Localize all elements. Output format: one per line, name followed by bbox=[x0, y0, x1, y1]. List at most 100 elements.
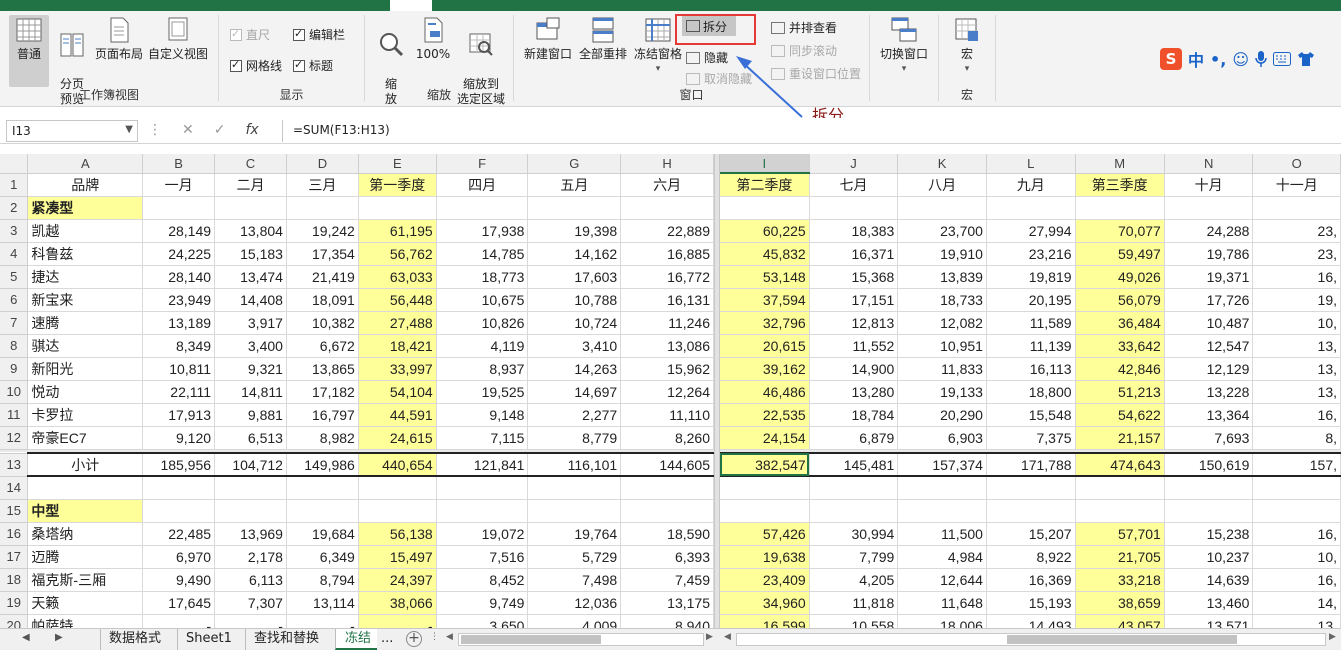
value-cell[interactable]: 46,486 bbox=[720, 380, 810, 404]
row-header[interactable]: 11 bbox=[0, 403, 29, 427]
value-cell[interactable]: 9,490 bbox=[142, 568, 216, 592]
value-cell[interactable]: 150,619 bbox=[1164, 452, 1254, 477]
value-cell[interactable]: 14,263 bbox=[527, 357, 622, 381]
cell[interactable] bbox=[897, 476, 987, 500]
value-cell[interactable]: 19,819 bbox=[986, 265, 1076, 289]
value-cell[interactable]: 19,764 bbox=[527, 522, 622, 546]
value-cell[interactable]: 22,111 bbox=[142, 380, 216, 404]
value-cell[interactable]: 8,940 bbox=[620, 614, 714, 628]
cell[interactable] bbox=[436, 476, 529, 500]
value-cell[interactable]: 13,280 bbox=[809, 380, 899, 404]
value-cell[interactable]: 8,922 bbox=[986, 545, 1076, 569]
cell[interactable] bbox=[214, 476, 287, 500]
cell[interactable] bbox=[809, 476, 899, 500]
value-cell[interactable]: 6,513 bbox=[214, 426, 287, 450]
row-header[interactable]: 8 bbox=[0, 334, 29, 358]
value-cell[interactable]: 14,811 bbox=[214, 380, 287, 404]
value-cell[interactable]: 33,642 bbox=[1075, 334, 1165, 358]
value-cell[interactable]: 12,813 bbox=[809, 311, 899, 335]
row-header[interactable]: 3 bbox=[0, 219, 29, 243]
value-cell[interactable]: 13,086 bbox=[620, 334, 714, 358]
value-cell[interactable]: 6,970 bbox=[142, 545, 216, 569]
brand-cell[interactable]: 天籁 bbox=[27, 591, 144, 615]
value-cell[interactable]: 56,448 bbox=[358, 288, 437, 312]
value-cell[interactable]: 21,419 bbox=[286, 265, 359, 289]
value-cell[interactable]: 3,650 bbox=[436, 614, 529, 628]
value-cell[interactable]: 36,484 bbox=[1075, 311, 1165, 335]
sheet-tab-active[interactable]: 冻结 bbox=[335, 629, 377, 650]
header-cell[interactable]: 品牌 bbox=[27, 173, 144, 197]
header-cell[interactable]: 三月 bbox=[286, 173, 359, 197]
value-cell[interactable]: - bbox=[214, 614, 287, 628]
value-cell[interactable]: 5,729 bbox=[527, 545, 622, 569]
cell[interactable] bbox=[214, 499, 287, 523]
cell[interactable] bbox=[720, 499, 810, 523]
value-cell[interactable]: 24,288 bbox=[1164, 219, 1254, 243]
active-cell[interactable]: 382,547 bbox=[720, 452, 810, 477]
cell[interactable] bbox=[27, 476, 144, 500]
column-header[interactable]: A bbox=[27, 154, 144, 174]
value-cell[interactable]: 38,659 bbox=[1075, 591, 1165, 615]
brand-cell[interactable]: 新宝来 bbox=[27, 288, 144, 312]
value-cell[interactable]: 34,960 bbox=[720, 591, 810, 615]
value-cell[interactable]: 18,773 bbox=[436, 265, 529, 289]
cell[interactable] bbox=[527, 499, 622, 523]
cell[interactable] bbox=[809, 196, 899, 220]
scroll-left-icon[interactable]: ◀ bbox=[724, 632, 731, 642]
cell[interactable] bbox=[986, 476, 1076, 500]
column-header[interactable]: H bbox=[620, 154, 714, 174]
value-cell[interactable]: 19,684 bbox=[286, 522, 359, 546]
cell[interactable] bbox=[142, 196, 216, 220]
value-cell[interactable]: 24,615 bbox=[358, 426, 437, 450]
cell[interactable] bbox=[436, 499, 529, 523]
value-cell[interactable]: 49,026 bbox=[1075, 265, 1165, 289]
value-cell[interactable]: 13,175 bbox=[620, 591, 714, 615]
value-cell[interactable]: 15,193 bbox=[986, 591, 1076, 615]
cell[interactable] bbox=[1164, 499, 1254, 523]
value-cell[interactable]: 144,605 bbox=[620, 452, 714, 477]
value-cell[interactable]: 9,749 bbox=[436, 591, 529, 615]
value-cell[interactable]: 3,400 bbox=[214, 334, 287, 358]
value-cell[interactable]: 56,762 bbox=[358, 242, 437, 266]
value-cell[interactable]: 24,397 bbox=[358, 568, 437, 592]
enter-icon[interactable]: ✓ bbox=[214, 122, 226, 138]
value-cell[interactable]: 54,622 bbox=[1075, 403, 1165, 427]
right-pane-table[interactable]: I J K L M N O 第二季度 七月 八月 九月 第三季度 十月 十一月 60,225 18,383 23… bbox=[720, 154, 1341, 628]
value-cell[interactable]: 11,500 bbox=[897, 522, 987, 546]
value-cell[interactable]: 11,246 bbox=[620, 311, 714, 335]
cell[interactable] bbox=[214, 196, 287, 220]
value-cell[interactable]: 14,493 bbox=[986, 614, 1076, 628]
column-header[interactable]: D bbox=[286, 154, 359, 174]
column-header[interactable]: E bbox=[358, 154, 437, 174]
value-cell[interactable]: 15,962 bbox=[620, 357, 714, 381]
value-cell[interactable]: 17,151 bbox=[809, 288, 899, 312]
value-cell[interactable]: 45,832 bbox=[720, 242, 810, 266]
value-cell[interactable]: 19,242 bbox=[286, 219, 359, 243]
value-cell[interactable]: 157, bbox=[1252, 452, 1341, 477]
value-cell[interactable]: 16, bbox=[1252, 265, 1341, 289]
header-cell[interactable]: 第二季度 bbox=[720, 173, 810, 197]
value-cell[interactable]: 2,277 bbox=[527, 403, 622, 427]
value-cell[interactable]: 440,654 bbox=[358, 452, 437, 477]
cell[interactable] bbox=[358, 499, 437, 523]
value-cell[interactable]: 13,189 bbox=[142, 311, 216, 335]
header-cell[interactable]: 一月 bbox=[142, 173, 216, 197]
value-cell[interactable]: 8, bbox=[1252, 426, 1341, 450]
row-header[interactable]: 1 bbox=[0, 173, 29, 197]
brand-cell[interactable]: 卡罗拉 bbox=[27, 403, 144, 427]
value-cell[interactable]: 20,195 bbox=[986, 288, 1076, 312]
header-cell[interactable]: 九月 bbox=[986, 173, 1076, 197]
value-cell[interactable]: 56,138 bbox=[358, 522, 437, 546]
value-cell[interactable]: 14,900 bbox=[809, 357, 899, 381]
value-cell[interactable]: 11,818 bbox=[809, 591, 899, 615]
value-cell[interactable]: 10,951 bbox=[897, 334, 987, 358]
value-cell[interactable]: 7,307 bbox=[214, 591, 287, 615]
brand-cell[interactable]: 凯越 bbox=[27, 219, 144, 243]
value-cell[interactable]: 54,104 bbox=[358, 380, 437, 404]
row-header[interactable]: 15 bbox=[0, 499, 29, 523]
brand-cell[interactable]: 科鲁兹 bbox=[27, 242, 144, 266]
brand-cell[interactable]: 速腾 bbox=[27, 311, 144, 335]
value-cell[interactable]: 14,162 bbox=[527, 242, 622, 266]
value-cell[interactable]: 16,797 bbox=[286, 403, 359, 427]
value-cell[interactable]: 13,460 bbox=[1164, 591, 1254, 615]
